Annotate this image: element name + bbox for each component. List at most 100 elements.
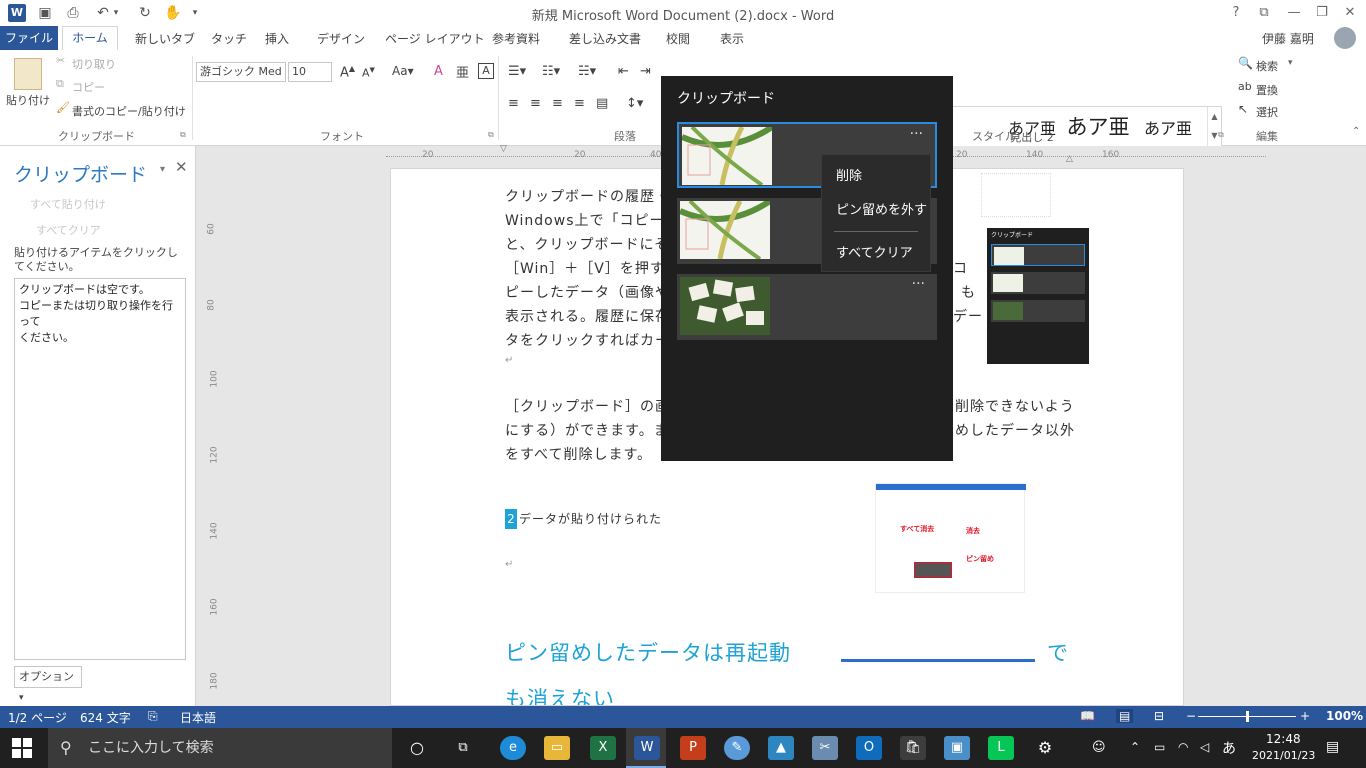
zoom-slider-thumb[interactable] xyxy=(1246,711,1249,722)
indent-marker-icon[interactable]: ▽ xyxy=(500,144,507,154)
settings-gear-icon[interactable]: ⚙ xyxy=(1032,736,1058,760)
font-launcher-icon[interactable]: ⧉ xyxy=(488,130,494,140)
more-options-icon[interactable]: ··· xyxy=(912,276,925,292)
tab-references[interactable]: 参考資料 xyxy=(492,30,540,47)
style-subtitle-sample[interactable]: あア亜 xyxy=(1133,115,1203,139)
font-size-select[interactable]: 10 xyxy=(288,62,332,82)
avatar[interactable] xyxy=(1334,27,1356,49)
format-painter-button[interactable]: 書式のコピー/貼り付け xyxy=(72,103,186,119)
grow-font-icon[interactable]: A▲ xyxy=(340,64,355,80)
tab-view[interactable]: 表示 xyxy=(720,30,744,47)
pane-close-icon[interactable]: ✕ xyxy=(175,158,188,176)
tab-file[interactable]: ファイル xyxy=(0,26,58,50)
find-dropdown-icon[interactable]: ▾ xyxy=(1288,58,1293,68)
replace-button[interactable]: 置換 xyxy=(1256,82,1278,98)
vertical-ruler[interactable]: 60 80 100 120 140 160 180 xyxy=(200,146,226,706)
align-left-icon[interactable]: ≡ xyxy=(508,96,519,111)
clear-formatting-icon[interactable]: A xyxy=(434,64,443,79)
style-title-sample[interactable]: あア亜 xyxy=(1063,111,1133,141)
battery-icon[interactable]: ▭ xyxy=(1154,740,1165,754)
people-icon[interactable]: ☺ xyxy=(1092,740,1106,755)
paint-icon[interactable]: ✎ xyxy=(724,736,750,760)
annotated-screenshot-image[interactable]: すべて消去 消去 ピン留め xyxy=(875,483,1026,593)
zoom-level[interactable]: 100% xyxy=(1326,709,1363,723)
tab-design[interactable]: デザイン xyxy=(317,30,365,47)
align-right-icon[interactable]: ≡ xyxy=(552,96,563,111)
multilevel-list-icon[interactable]: ☵▾ xyxy=(578,64,596,79)
user-name[interactable]: 伊藤 嘉明 xyxy=(1262,30,1314,47)
language-indicator[interactable]: 日本語 xyxy=(180,709,216,726)
line-icon[interactable]: L xyxy=(988,736,1014,760)
right-indent-marker-icon[interactable]: △ xyxy=(1066,154,1073,164)
snipping-tool-icon[interactable]: ✂ xyxy=(812,736,838,760)
align-center-icon[interactable]: ≡ xyxy=(530,96,541,111)
clock-date[interactable]: 2021/01/23 xyxy=(1252,749,1315,762)
screenshot-image[interactable] xyxy=(981,173,1051,217)
tab-page-layout[interactable]: ページ レイアウト xyxy=(385,30,485,47)
remote-desktop-icon[interactable]: ▣ xyxy=(944,736,970,760)
tab-review[interactable]: 校閲 xyxy=(666,30,690,47)
line-spacing-icon[interactable]: ↕▾ xyxy=(626,96,643,111)
photos-icon[interactable]: ▲ xyxy=(768,736,794,760)
web-layout-icon[interactable]: ⊟ xyxy=(1154,709,1164,723)
collapse-ribbon-icon[interactable]: ⌃ xyxy=(1352,126,1360,137)
outlook-icon[interactable]: O xyxy=(856,736,882,760)
select-button[interactable]: 選択 xyxy=(1256,104,1278,120)
menu-item-clear-all[interactable]: すべてクリア xyxy=(836,242,913,261)
tab-home[interactable]: ホーム xyxy=(62,26,118,50)
change-case-icon[interactable]: Aa▾ xyxy=(392,64,414,78)
show-hidden-icons[interactable]: ⌃ xyxy=(1130,740,1140,754)
paste-all-button[interactable]: すべて貼り付け xyxy=(30,196,106,212)
excel-icon[interactable]: X xyxy=(590,736,616,760)
increase-indent-icon[interactable]: ⇥ xyxy=(640,64,651,79)
file-explorer-icon[interactable]: ▭ xyxy=(544,736,570,760)
store-icon[interactable]: 🛍 xyxy=(900,736,926,760)
numbering-icon[interactable]: ☷▾ xyxy=(542,64,560,79)
cut-button[interactable]: 切り取り xyxy=(72,56,116,72)
decrease-indent-icon[interactable]: ⇤ xyxy=(618,64,629,79)
pane-options-icon[interactable]: ▾ xyxy=(160,164,165,175)
word-count[interactable]: 624 文字 xyxy=(80,709,131,726)
paste-button[interactable]: 貼り付け xyxy=(6,92,50,108)
distributed-icon[interactable]: ▤ xyxy=(596,96,608,111)
menu-item-unpin[interactable]: ピン留めを外す xyxy=(836,199,927,218)
task-view-icon[interactable]: ⧉ xyxy=(450,736,476,760)
tab-mailings[interactable]: 差し込み文書 xyxy=(569,30,641,47)
phonetic-guide-icon[interactable]: 亜 xyxy=(456,62,469,81)
ribbon-display-options-icon[interactable]: ⧉ xyxy=(1250,2,1278,24)
powerpoint-icon[interactable]: P xyxy=(680,736,706,760)
edge-icon[interactable]: e xyxy=(500,736,526,760)
find-button[interactable]: 検索 xyxy=(1256,58,1278,74)
cortana-icon[interactable]: ○ xyxy=(404,736,430,760)
paste-icon[interactable] xyxy=(14,58,42,90)
justify-icon[interactable]: ≡ xyxy=(574,96,585,111)
minimize-button[interactable]: — xyxy=(1280,2,1308,24)
clock-time[interactable]: 12:48 xyxy=(1266,732,1301,746)
shrink-font-icon[interactable]: A▼ xyxy=(362,66,375,80)
zoom-in-icon[interactable]: + xyxy=(1300,709,1310,723)
restore-button[interactable]: ❐ xyxy=(1308,2,1336,24)
menu-item-delete[interactable]: 削除 xyxy=(836,165,862,184)
bullets-icon[interactable]: ☰▾ xyxy=(508,64,526,79)
clipboard-item[interactable]: ··· xyxy=(677,274,937,340)
notification-icon[interactable]: ▤ xyxy=(1326,739,1339,755)
close-button[interactable]: ✕ xyxy=(1336,2,1364,24)
taskbar-search-box[interactable]: ⚲ ここに入力して検索 xyxy=(48,728,392,768)
ime-indicator[interactable]: あ xyxy=(1222,738,1236,758)
read-mode-icon[interactable]: 📖 xyxy=(1080,709,1095,723)
copy-button[interactable]: コピー xyxy=(72,79,105,95)
wifi-icon[interactable]: ◠ xyxy=(1178,740,1188,754)
mini-clipboard-screenshot[interactable]: クリップボード xyxy=(987,228,1089,364)
tab-touch[interactable]: タッチ xyxy=(211,30,247,47)
clear-all-button[interactable]: すべてクリア xyxy=(36,222,101,238)
screenshot-image-2[interactable] xyxy=(841,659,1035,705)
tab-new[interactable]: 新しいタブ xyxy=(135,30,195,47)
print-layout-icon[interactable]: ▤ xyxy=(1116,709,1134,723)
page-count[interactable]: 1/2 ページ xyxy=(8,709,67,726)
help-button[interactable]: ? xyxy=(1222,2,1250,24)
font-name-select[interactable]: 游ゴシック Med xyxy=(196,62,286,82)
character-border-icon[interactable]: A xyxy=(478,63,494,79)
windows-start-icon[interactable] xyxy=(12,738,32,758)
proofing-icon[interactable]: ⎘ xyxy=(148,709,158,724)
more-options-icon[interactable]: ··· xyxy=(910,126,923,142)
